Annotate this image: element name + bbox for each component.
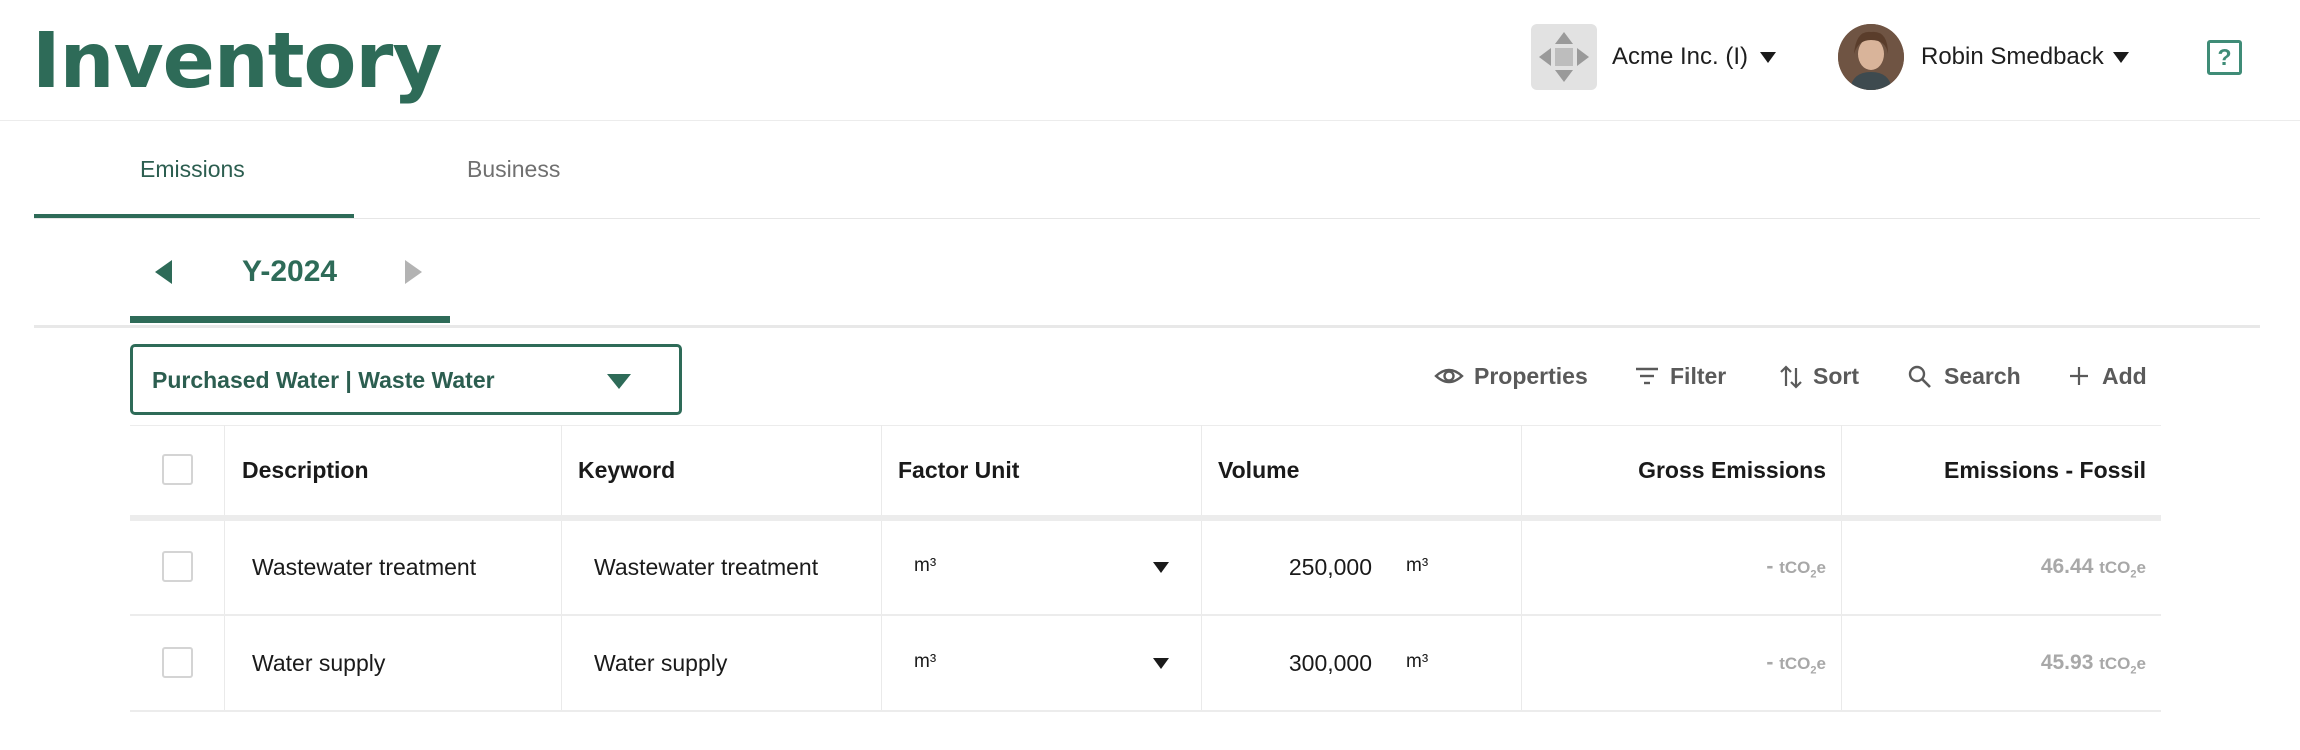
gross-emissions-value: - [1766,555,1774,578]
factor-unit-value: m³ [914,651,937,672]
page-title: Inventory [32,17,443,106]
emissions-fossil-value: 46.44 [2040,555,2094,578]
organization-chevron-down-icon[interactable] [1760,52,1776,63]
period-divider [34,325,2260,328]
category-select[interactable]: Purchased Water | Waste Water [130,344,682,415]
sort-label: Sort [1813,363,1859,389]
period-label: Y-2024 [242,255,338,288]
row-keyword[interactable]: Wastewater treatment [594,549,818,585]
add-label: Add [2102,363,2147,389]
column-header-emissions-fossil[interactable]: Emissions - Fossil [1860,452,2146,488]
active-tab-indicator [34,214,354,218]
eye-icon [1434,368,1464,384]
filter-button[interactable]: Filter [1634,358,1734,394]
emissions-fossil-value: 45.93 [2040,651,2094,674]
app-header: Inventory Acme Inc. (I) Robin Smedback ? [0,0,2300,121]
emissions-fossil-unit: tCO2e [2099,654,2146,677]
user-menu[interactable]: Robin Smedback [1921,40,2104,74]
organization-logo-icon[interactable] [1531,24,1597,90]
column-divider [1201,425,1202,711]
properties-button[interactable]: Properties [1434,358,1588,394]
factor-unit-value: m³ [914,555,937,576]
table-header-divider [130,515,2161,521]
sort-arrows-icon [1780,365,1802,389]
column-header-factor-unit[interactable]: Factor Unit [898,452,1019,488]
row-volume[interactable]: 300,000 [1250,645,1372,681]
properties-label: Properties [1474,363,1588,389]
filter-icon [1636,367,1658,385]
table-top-border [130,425,2161,426]
column-divider [561,425,562,711]
factor-unit-chevron-down-icon [1153,562,1169,573]
column-header-keyword[interactable]: Keyword [578,452,675,488]
tabs-divider [34,218,2260,219]
search-button[interactable]: Search [1907,358,2022,394]
gross-emissions-value: - [1766,651,1774,674]
row-description[interactable]: Wastewater treatment [252,549,476,585]
column-divider [224,425,225,711]
emissions-fossil-unit: tCO2e [2099,558,2146,581]
organization-selector[interactable]: Acme Inc. (I) [1612,40,1748,74]
add-button[interactable]: Add [2067,358,2147,394]
sort-button[interactable]: Sort [1778,358,1863,394]
column-header-gross-emissions[interactable]: Gross Emissions [1560,452,1826,488]
user-avatar[interactable] [1838,24,1904,90]
select-all-checkbox[interactable] [162,454,193,485]
help-button[interactable]: ? [2207,40,2242,75]
column-divider [881,425,882,711]
factor-unit-chevron-down-icon [1153,658,1169,669]
row-gross-emissions: - tCO2e [1620,552,1826,589]
gross-emissions-unit: tCO2e [1779,654,1826,677]
row-volume-unit: m³ [1406,651,1429,672]
column-divider [1521,425,1522,711]
period-indicator [130,316,450,323]
category-selected-value: Purchased Water | Waste Water [152,367,495,393]
filter-label: Filter [1670,363,1727,389]
column-header-description[interactable]: Description [242,452,369,488]
row-divider [130,614,2161,616]
plus-icon [2070,367,2088,385]
column-divider [1841,425,1842,711]
row-keyword[interactable]: Water supply [594,645,727,681]
tab-emissions[interactable]: Emissions [140,152,245,186]
row-emissions-fossil: 45.93 tCO2e [1900,648,2146,685]
tab-business[interactable]: Business [467,152,560,186]
search-icon [1908,365,1931,388]
row-volume-unit: m³ [1406,555,1429,576]
row-checkbox[interactable] [162,647,193,678]
user-chevron-down-icon[interactable] [2113,52,2129,63]
row-emissions-fossil: 46.44 tCO2e [1900,552,2146,589]
row-volume[interactable]: 250,000 [1250,549,1372,585]
search-label: Search [1944,363,2021,389]
previous-period-icon[interactable] [155,260,172,284]
category-chevron-down-icon [607,374,631,389]
row-description[interactable]: Water supply [252,645,385,681]
next-period-icon[interactable] [405,260,422,284]
gross-emissions-unit: tCO2e [1779,558,1826,581]
row-gross-emissions: - tCO2e [1620,648,1826,685]
row-divider [130,710,2161,712]
column-header-volume[interactable]: Volume [1218,452,1299,488]
row-checkbox[interactable] [162,551,193,582]
